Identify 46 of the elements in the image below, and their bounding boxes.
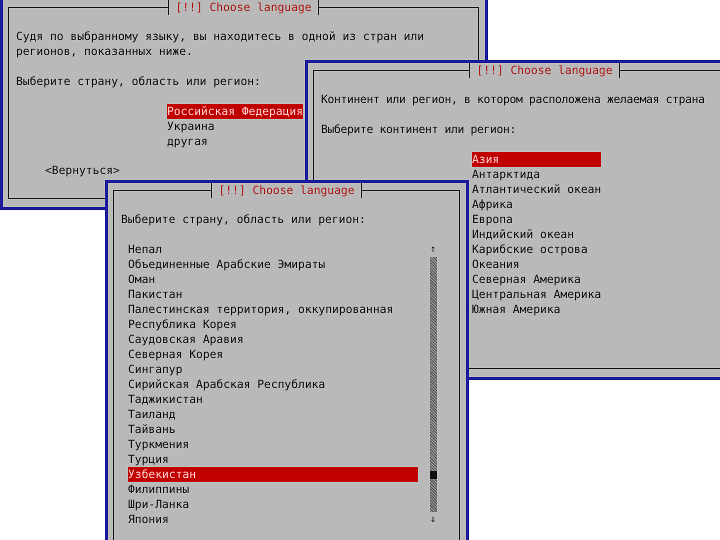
list-item[interactable]: Непал: [128, 242, 418, 257]
list-item[interactable]: Объединенные Арабские Эмираты: [128, 257, 418, 272]
list-item[interactable]: другая: [167, 134, 304, 149]
list-item[interactable]: Атлантический океан: [472, 182, 602, 197]
list-item[interactable]: Турция: [128, 452, 418, 467]
list-item[interactable]: Пакистан: [128, 287, 418, 302]
prompt-text: Судя по выбранному языку, вы находитесь в одной из стран или регионов, показанных ниже.: [16, 29, 426, 59]
list-item[interactable]: Северная Корея: [128, 347, 418, 362]
back-button[interactable]: <Вернуться>: [45, 163, 120, 178]
list-item[interactable]: Саудовская Аравия: [128, 332, 418, 347]
prompt-text: Выберите страну, область или регион:: [16, 74, 262, 89]
list-item[interactable]: Африка: [472, 197, 602, 212]
list-item[interactable]: Филиппины: [128, 482, 418, 497]
list-item[interactable]: Индийский океан: [472, 227, 602, 242]
list-item[interactable]: Республика Корея: [128, 317, 418, 332]
list-item[interactable]: Океания: [472, 257, 602, 272]
dialog-title: [!!] Choose language: [469, 63, 620, 78]
list-item[interactable]: Палестинская территория, оккупированная: [128, 302, 418, 317]
scrollbar-track[interactable]: [430, 257, 436, 512]
prompt-text: Выберите континент или регион:: [321, 122, 518, 137]
prompt-text: Выберите страну, область или регион:: [121, 212, 367, 227]
list-item[interactable]: Карибские острова: [472, 242, 602, 257]
list-item[interactable]: Туркмения: [128, 437, 418, 452]
list-item[interactable]: Северная Америка: [472, 272, 602, 287]
list-item[interactable]: Украина: [167, 119, 304, 134]
list-item[interactable]: Оман: [128, 272, 418, 287]
scroll-thumb[interactable]: [430, 471, 436, 480]
list-item[interactable]: Российская Федерация: [167, 104, 304, 119]
list-item[interactable]: Европа: [472, 212, 602, 227]
prompt-text: Континент или регион, в котором расположена желаемая страна: [321, 92, 706, 107]
list-item[interactable]: Шри-Ланка: [128, 497, 418, 512]
scroll-down-arrow[interactable]: ↓: [430, 512, 436, 527]
dialog-title: [!!] Choose language: [211, 183, 362, 198]
list-item[interactable]: Сирийская Арабская Республика: [128, 377, 418, 392]
list-item[interactable]: Азия: [472, 152, 602, 167]
list-item[interactable]: Южная Америка: [472, 302, 602, 317]
scroll-up-arrow[interactable]: ↑: [430, 242, 436, 257]
list-item[interactable]: Таджикистан: [128, 392, 418, 407]
dialog-title: [!!] Choose language: [168, 0, 319, 15]
list-item[interactable]: Тайвань: [128, 422, 418, 437]
list-item[interactable]: Узбекистан: [128, 467, 418, 482]
list-item[interactable]: Антарктида: [472, 167, 602, 182]
list-item[interactable]: Таиланд: [128, 407, 418, 422]
list-item[interactable]: Сингапур: [128, 362, 418, 377]
list-item[interactable]: Япония: [128, 512, 418, 527]
list-item[interactable]: Центральная Америка: [472, 287, 602, 302]
